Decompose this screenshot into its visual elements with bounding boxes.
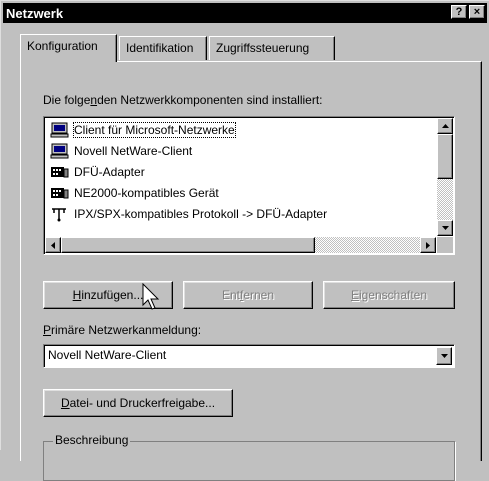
mouse-pointer-icon [142, 283, 160, 310]
network-client-icon [50, 122, 69, 137]
tab-identifikation-label: Identifikation [126, 41, 194, 55]
list-item-label: Client für Microsoft-Netzwerke [73, 121, 236, 138]
arrow-down-icon [441, 226, 449, 230]
arrow-up-icon [441, 124, 449, 128]
window-title: Netzwerk [6, 5, 64, 21]
description-groupbox [43, 441, 455, 481]
scroll-left-button[interactable] [45, 237, 61, 253]
remove-button[interactable]: Entfernen [183, 281, 313, 309]
components-listbox[interactable]: Client für Microsoft-Netzwerke Novell Ne… [43, 116, 455, 255]
help-button[interactable]: ? [451, 5, 467, 19]
description-title: Beschreibung [53, 433, 131, 447]
list-item-label: Novell NetWare-Client [74, 143, 193, 158]
list-item-label: DFÜ-Adapter [74, 164, 145, 179]
list-item[interactable]: Client für Microsoft-Netzwerke [46, 119, 436, 140]
close-button[interactable]: × [469, 5, 485, 19]
list-item-label: NE2000-kompatibles Gerät [74, 185, 219, 200]
scroll-corner [437, 237, 453, 253]
arrow-right-icon [426, 241, 430, 249]
network-client-icon [50, 143, 69, 158]
logon-label: Primäre Netzwerkanmeldung: [43, 323, 202, 337]
file-printer-sharing-button[interactable]: Datei- und Druckerfreigabe... [43, 389, 233, 417]
tab-zugriffssteuerung[interactable]: Zugriffssteuerung [209, 36, 335, 60]
file-printer-sharing-label: Datei- und Druckerfreigabe... [60, 396, 216, 410]
add-button-label: Hinzufügen... [72, 288, 144, 302]
tab-zugriffssteuerung-label: Zugriffssteuerung [216, 41, 310, 55]
scroll-thumb[interactable] [61, 237, 315, 253]
protocol-icon [52, 207, 66, 221]
dropdown-button[interactable] [436, 347, 452, 365]
scroll-down-button[interactable] [437, 220, 453, 236]
arrow-left-icon [51, 241, 55, 249]
tab-identifikation[interactable]: Identifikation [119, 36, 207, 60]
title-bar[interactable]: Netzwerk ? × [3, 3, 487, 23]
list-item[interactable]: IPX/SPX-kompatibles Protokoll -> DFÜ-Ada… [46, 203, 436, 224]
logon-combobox-value: Novell NetWare-Client [48, 348, 167, 362]
vertical-scrollbar[interactable] [437, 118, 453, 236]
remove-button-label: Entfernen [221, 288, 275, 302]
tab-konfiguration[interactable]: Konfiguration [20, 34, 117, 62]
netzwerk-dialog: Netzwerk ? × Konfiguration Identifikatio… [0, 0, 489, 481]
list-item[interactable]: NE2000-kompatibles Gerät [46, 182, 436, 203]
logon-combobox[interactable]: Novell NetWare-Client [43, 344, 455, 368]
scroll-up-button[interactable] [437, 118, 453, 134]
scroll-thumb[interactable] [437, 134, 453, 179]
components-label: Die folgenden Netzwerkkomponenten sind i… [43, 93, 323, 107]
network-adapter-icon [51, 166, 69, 177]
list-item[interactable]: Novell NetWare-Client [46, 140, 436, 161]
components-list: Client für Microsoft-Netzwerke Novell Ne… [46, 119, 436, 224]
properties-button-label: Eigenschaften [350, 288, 428, 302]
title-buttons: ? × [451, 5, 485, 19]
chevron-down-icon [440, 354, 448, 358]
list-item[interactable]: DFÜ-Adapter [46, 161, 436, 182]
scroll-right-button[interactable] [420, 237, 436, 253]
list-item-label: IPX/SPX-kompatibles Protokoll -> DFÜ-Ada… [74, 206, 328, 221]
network-adapter-icon [51, 187, 69, 198]
tab-konfiguration-label: Konfiguration [27, 39, 98, 53]
properties-button[interactable]: Eigenschaften [323, 281, 455, 309]
horizontal-scrollbar[interactable] [45, 237, 436, 253]
